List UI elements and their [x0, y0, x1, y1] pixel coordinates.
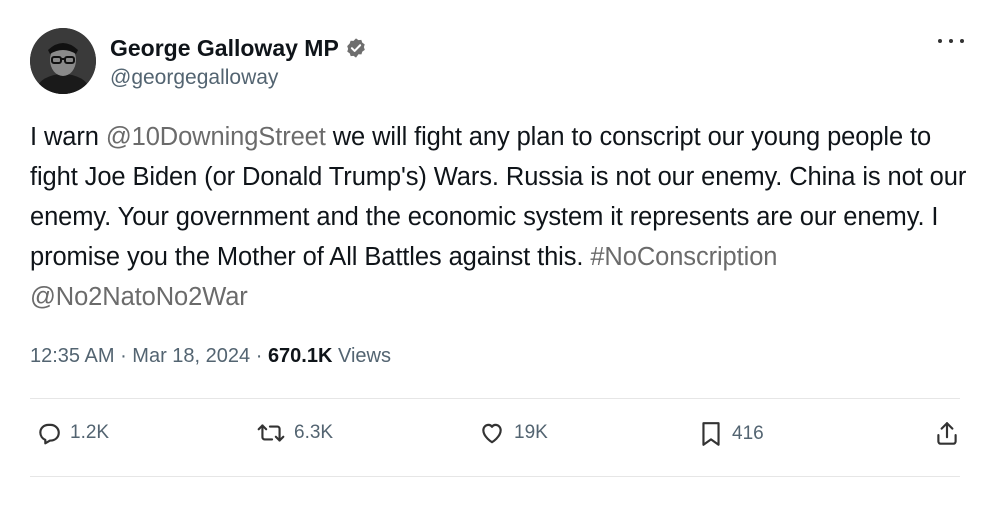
views-count: 670.1K [267, 345, 333, 367]
avatar[interactable] [30, 28, 96, 94]
bookmark-button[interactable]: 416 [698, 420, 764, 448]
reply-count: 1.2K [70, 422, 110, 443]
divider [30, 398, 960, 399]
repost-count: 6.3K [294, 422, 334, 443]
tweet-text: I warn @10DowningStreet we will fight an… [30, 117, 970, 317]
verified-badge-icon[interactable] [345, 37, 367, 59]
tweet-text-segment: I warn [30, 123, 106, 151]
like-button[interactable]: 19K [478, 420, 548, 446]
meta-separator: · [114, 345, 133, 367]
display-name-text[interactable]: George Galloway MP [110, 34, 339, 62]
tweet-header: George Galloway MP @georgegalloway [30, 28, 970, 98]
reply-icon [39, 423, 60, 445]
share-icon [937, 422, 957, 445]
mention-link[interactable]: @10DowningStreet [106, 123, 326, 151]
meta-separator: · [250, 345, 268, 367]
profile-photo-icon [30, 28, 96, 94]
tweet-time[interactable]: 12:35 AM [30, 345, 115, 367]
action-bar: 1.2K 6.3K 19K 416 [30, 420, 960, 460]
tweet-date[interactable]: Mar 18, 2024 [132, 345, 250, 367]
share-button[interactable] [934, 420, 960, 448]
hashtag-link[interactable]: #NoConscription [590, 243, 777, 271]
repost-button[interactable]: 6.3K [256, 420, 333, 446]
bookmark-count: 416 [732, 423, 764, 444]
tweet-card: George Galloway MP @georgegalloway I war… [0, 0, 1000, 518]
author-handle[interactable]: @georgegalloway [110, 64, 367, 92]
author-names: George Galloway MP @georgegalloway [110, 34, 367, 92]
like-count: 19K [514, 422, 548, 443]
divider [30, 476, 960, 477]
reply-button[interactable]: 1.2K [36, 420, 109, 446]
views-label: Views [332, 345, 391, 367]
mention-link[interactable]: @No2NatoNo2War [30, 283, 248, 311]
repost-icon [257, 424, 285, 442]
display-name[interactable]: George Galloway MP [110, 34, 367, 62]
bookmark-icon [702, 422, 720, 446]
more-options-icon[interactable] [938, 32, 964, 50]
tweet-meta: 12:35 AM · Mar 18, 2024 · 670.1K Views [30, 342, 391, 370]
heart-icon [482, 423, 502, 444]
